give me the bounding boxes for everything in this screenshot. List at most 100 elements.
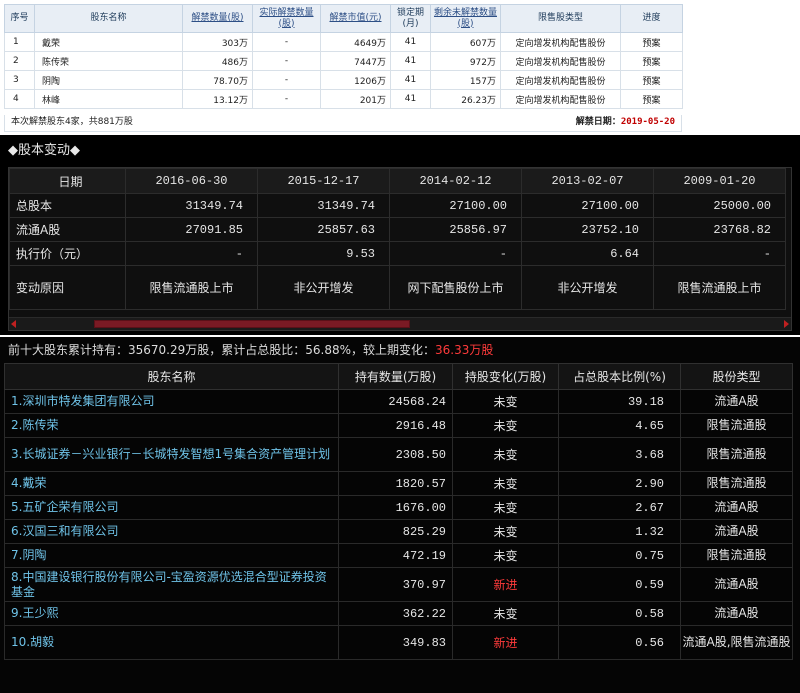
holder-change: 未变 xyxy=(452,471,559,496)
unlock-date-label: 解禁日期： xyxy=(575,117,621,127)
capital-reason-label: 变动原因 xyxy=(9,265,126,310)
unlock-date: 2019-05-20 xyxy=(620,117,675,127)
summary-change: 36.33万股 xyxy=(435,343,494,357)
scroll-left-arrow-icon[interactable] xyxy=(11,320,16,328)
unlock-col-amount[interactable]: 解禁数量(股) xyxy=(182,4,253,33)
unlock-cell-actual: - xyxy=(252,32,321,52)
holder-name-link[interactable]: 4.戴荣 xyxy=(4,471,339,496)
unlock-cell-actual: - xyxy=(252,89,321,109)
capital-change-title: ◆股本变动◆ xyxy=(8,143,80,158)
holder-name-link[interactable]: 5.五矿企荣有限公司 xyxy=(4,495,339,520)
unlock-col-index: 序号 xyxy=(4,4,35,33)
holder-name-link[interactable]: 10.胡毅 xyxy=(4,625,339,660)
unlock-cell-value: 7447万 xyxy=(320,51,391,71)
holder-pct: 0.56 xyxy=(558,625,681,660)
capital-value: 27091.85 xyxy=(125,217,258,242)
holders-col-type: 股份类型 xyxy=(680,363,793,390)
holder-name-link[interactable]: 7.阴陶 xyxy=(4,543,339,568)
holder-share-type: 限售流通股 xyxy=(680,413,793,438)
scrollbar-thumb[interactable] xyxy=(93,320,410,328)
holder-change: 未变 xyxy=(452,437,559,472)
holder-row: 10.胡毅 349.83 新进 0.56 流通A股,限售流通股 xyxy=(4,625,793,660)
unlock-cell-remaining: 607万 xyxy=(430,32,501,52)
holder-pct: 0.58 xyxy=(558,601,681,626)
holder-row: 5.五矿企荣有限公司 1676.00 未变 2.67 流通A股 xyxy=(4,495,793,520)
capital-value: - xyxy=(125,241,258,266)
capital-date-col: 2014-02-12 xyxy=(389,168,522,194)
capital-date-col: 2016-06-30 xyxy=(125,168,258,194)
holder-share-type: 流通A股,限售流通股 xyxy=(680,625,793,660)
capital-header-row: 日期 2016-06-30 2015-12-17 2014-02-12 2013-02-… xyxy=(9,168,786,194)
unlock-cell-lock: 41 xyxy=(390,89,431,109)
capital-value: 9.53 xyxy=(257,241,390,266)
unlock-cell-index: 3 xyxy=(4,70,35,90)
holder-pct: 39.18 xyxy=(558,389,681,414)
unlock-col-remaining[interactable]: 剩余未解禁数量(股) xyxy=(430,4,501,33)
capital-value: 23768.82 xyxy=(653,217,786,242)
unlock-summary: 本次解禁股东4家，共881万股 xyxy=(11,117,133,127)
holder-row: 7.阴陶 472.19 未变 0.75 限售流通股 xyxy=(4,543,793,568)
holder-row: 8.中国建设银行股份有限公司-宝盈资源优选混合型证券投资基金 370.97 新进 0.… xyxy=(4,567,793,602)
unlock-row: 2 陈传荣 486万 -7447万 41 972万 定向增发机构配售股份 预案 xyxy=(4,51,683,71)
unlock-cell-holder: 林峰 xyxy=(34,89,183,109)
holder-pct: 4.65 xyxy=(558,413,681,438)
scroll-right-arrow-icon[interactable] xyxy=(784,320,789,328)
holders-col-qty: 持有数量(万股) xyxy=(338,363,453,390)
unlock-col-value[interactable]: 解禁市值(元) xyxy=(320,4,391,33)
capital-change-scroll-area[interactable]: 日期 2016-06-30 2015-12-17 2014-02-12 2013-02-… xyxy=(8,167,792,331)
holder-qty: 825.29 xyxy=(338,519,453,544)
sort-link-amount[interactable]: 解禁数量(股) xyxy=(191,13,243,23)
holder-row: 6.汉国三和有限公司 825.29 未变 1.32 流通A股 xyxy=(4,519,793,544)
capital-reason: 非公开增发 xyxy=(521,265,654,310)
holder-share-type: 流通A股 xyxy=(680,601,793,626)
capital-row-label: 总股本 xyxy=(9,193,126,218)
unlock-header-row: 序号 股东名称 解禁数量(股) 实际解禁数量(股) 解禁市值(元) 锁定期(月)… xyxy=(4,4,683,33)
unlock-cell-actual: - xyxy=(252,70,321,90)
unlock-cell-index: 1 xyxy=(4,32,35,52)
unlock-table: 序号 股东名称 解禁数量(股) 实际解禁数量(股) 解禁市值(元) 锁定期(月)… xyxy=(4,4,683,109)
capital-change-table: 日期 2016-06-30 2015-12-17 2014-02-12 2013-02-… xyxy=(9,168,786,310)
unlock-cell-amount: 303万 xyxy=(182,32,253,52)
top-holders-panel: 前十大股东累计持有：35670.29万股，累计占总股比：56.88%，较上期变化… xyxy=(0,337,800,693)
holders-col-pct: 占总股本比例(%) xyxy=(558,363,681,390)
capital-value: - xyxy=(653,241,786,266)
holder-qty: 370.97 xyxy=(338,567,453,602)
holder-change: 未变 xyxy=(452,389,559,414)
unlock-row: 1 戴荣 303万 -4649万 41 607万 定向增发机构配售股份 预案 xyxy=(4,32,683,52)
horizontal-scrollbar[interactable] xyxy=(9,317,791,330)
capital-date-label: 日期 xyxy=(9,168,126,194)
holders-col-name: 股东名称 xyxy=(4,363,339,390)
holder-name-link[interactable]: 3.长城证券－兴业银行－长城特发智想1号集合资产管理计划 xyxy=(4,437,339,472)
holder-name-link[interactable]: 9.王少熙 xyxy=(4,601,339,626)
sort-link-actual[interactable]: 实际解禁数量(股) xyxy=(259,8,313,29)
unlock-cell-actual: - xyxy=(252,51,321,71)
unlock-cell-lock: 41 xyxy=(390,70,431,90)
holder-name-link[interactable]: 1.深圳市特发集团有限公司 xyxy=(4,389,339,414)
holder-pct: 3.68 xyxy=(558,437,681,472)
holder-qty: 2916.48 xyxy=(338,413,453,438)
capital-value: 25857.63 xyxy=(257,217,390,242)
unlock-row: 4 林峰 13.12万 -201万 41 26.23万 定向增发机构配售股份 预案 xyxy=(4,89,683,109)
capital-date-col: 2013-02-07 xyxy=(521,168,654,194)
unlock-cell-type: 定向增发机构配售股份 xyxy=(500,51,621,71)
holder-change: 新进 xyxy=(452,625,559,660)
sort-link-value[interactable]: 解禁市值(元) xyxy=(329,13,381,23)
unlock-col-lock: 锁定期(月) xyxy=(390,4,431,33)
sort-link-remaining[interactable]: 剩余未解禁数量(股) xyxy=(434,8,497,29)
holder-pct: 2.67 xyxy=(558,495,681,520)
capital-value: 31349.74 xyxy=(257,193,390,218)
capital-row: 流通A股 27091.85 25857.63 25856.97 23752.10 2376… xyxy=(9,217,786,242)
capital-value: 27100.00 xyxy=(521,193,654,218)
capital-date-col: 2009-01-20 xyxy=(653,168,786,194)
unlock-cell-value: 4649万 xyxy=(320,32,391,52)
unlock-col-actual[interactable]: 实际解禁数量(股) xyxy=(252,4,321,33)
unlock-panel: 序号 股东名称 解禁数量(股) 实际解禁数量(股) 解禁市值(元) 锁定期(月)… xyxy=(4,4,683,132)
capital-value: 25000.00 xyxy=(653,193,786,218)
holder-name-link[interactable]: 6.汉国三和有限公司 xyxy=(4,519,339,544)
capital-value: - xyxy=(389,241,522,266)
holder-name-link[interactable]: 8.中国建设银行股份有限公司-宝盈资源优选混合型证券投资基金 xyxy=(4,567,339,602)
holder-share-type: 限售流通股 xyxy=(680,437,793,472)
holder-name-link[interactable]: 2.陈传荣 xyxy=(4,413,339,438)
holder-row: 2.陈传荣 2916.48 未变 4.65 限售流通股 xyxy=(4,413,793,438)
holder-qty: 472.19 xyxy=(338,543,453,568)
